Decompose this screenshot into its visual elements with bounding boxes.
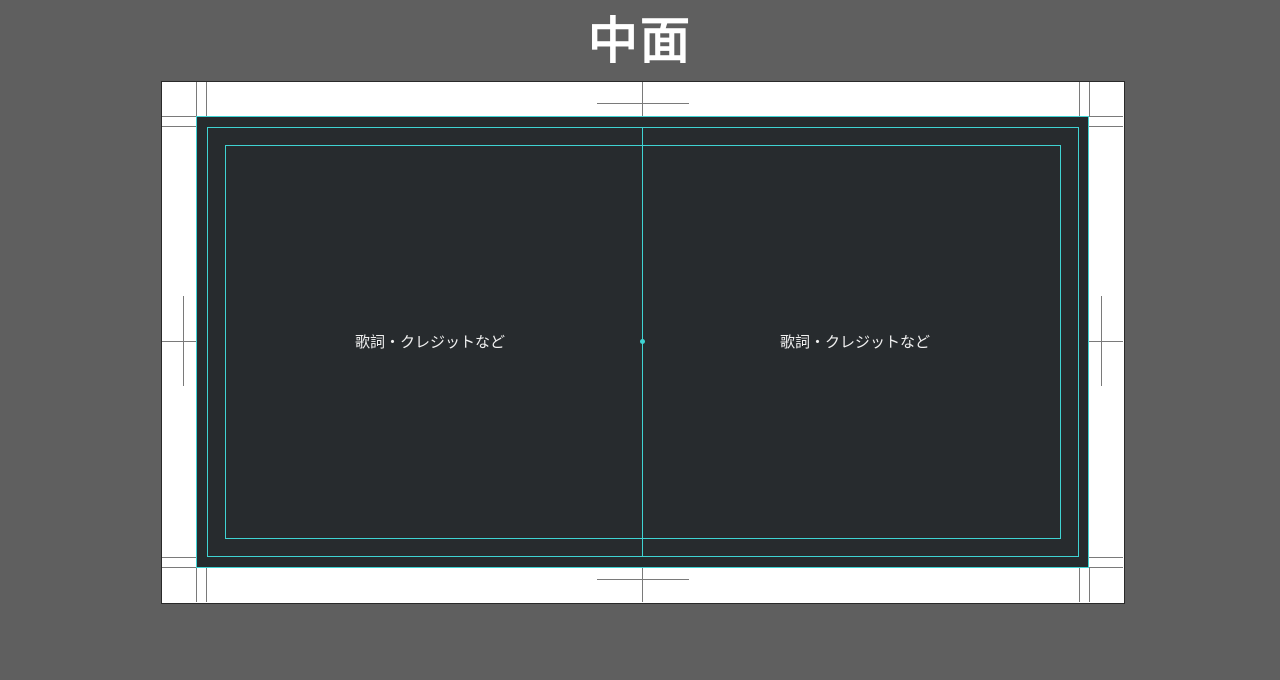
crop-mark-top-right-h2 [1089,126,1123,127]
crop-mark-bottom-right-h2 [1089,567,1123,568]
crop-mark-bottom-left-v1 [196,568,197,602]
crop-mark-bottom-left-h1 [162,557,196,558]
crop-mark-bottom-right-h1 [1089,557,1123,558]
crop-mark-bottom-left-h2 [162,567,196,568]
right-panel-text: 歌詞・クレジットなど [779,333,930,351]
register-mark-bottom-h [597,579,689,580]
register-mark-top-h [597,103,689,104]
crop-mark-top-left-h2 [162,126,196,127]
crop-mark-top-left-v1 [196,82,197,116]
crop-mark-top-left-v2 [206,82,207,116]
register-mark-top-v [642,82,643,116]
crop-mark-top-right-v2 [1089,82,1090,116]
crop-mark-top-right-h1 [1089,116,1123,117]
crop-mark-bottom-right-v1 [1079,568,1080,602]
crop-mark-bottom-right-v2 [1089,568,1090,602]
crop-mark-top-right-v1 [1079,82,1080,116]
register-mark-bottom-v [642,568,643,602]
crop-mark-bottom-left-v2 [206,568,207,602]
crop-mark-top-left-h1 [162,116,196,117]
left-panel-text: 歌詞・クレジットなど [354,333,505,351]
page-title: 中面 [588,12,692,70]
register-mark-right-h [1089,341,1123,342]
register-mark-left-h [162,341,196,342]
canvas-stage: 中面 歌詞・クレジットなど 歌詞・クレジットなど [0,0,1280,680]
center-point-marker [640,339,645,344]
